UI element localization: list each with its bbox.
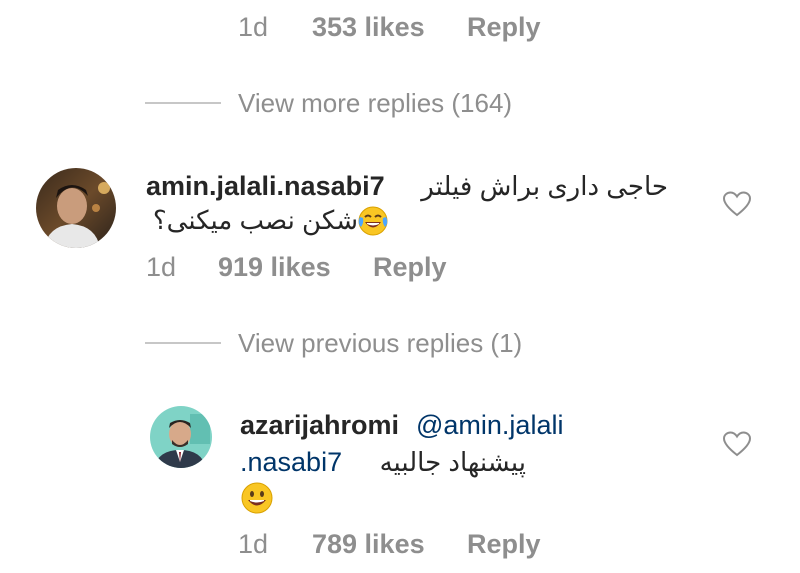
view-previous-replies-link[interactable]: View previous replies (1) [238,328,522,359]
user-mention-link-cont[interactable]: .nasabi7 [240,447,342,478]
reply-thread-line [145,342,221,344]
avatar[interactable] [150,406,212,468]
comment-text: پیشنهاد جالبیه [379,447,526,477]
like-heart-icon[interactable] [722,430,752,463]
comment-age: 1d [238,529,269,559]
like-count[interactable]: 789 likes [312,529,425,560]
grinning-face-icon [240,481,274,520]
view-more-replies-link[interactable]: View more replies (164) [238,88,512,119]
comment-username[interactable]: amin.jalali.nasabi7 [146,171,385,202]
comment-username[interactable]: azarijahromi [240,410,399,441]
avatar[interactable] [36,168,116,248]
comment-age: 1d [146,252,177,282]
comment-age: 1d [238,12,269,42]
reply-thread-line [145,102,221,104]
reply-button[interactable]: Reply [467,12,541,43]
comment-text: حاجی داری براش فیلتر [421,171,668,201]
like-count[interactable]: 353 likes [312,12,425,43]
like-heart-icon[interactable] [722,190,752,223]
reply-button[interactable]: Reply [467,529,541,560]
user-mention-link[interactable]: @amin.jalali [416,410,563,441]
like-count[interactable]: 919 likes [218,252,331,283]
reply-button[interactable]: Reply [373,252,447,283]
face-with-tears-of-joy-icon [357,205,389,242]
comment-text-line2: شکن نصب میکنی؟ [152,205,358,235]
